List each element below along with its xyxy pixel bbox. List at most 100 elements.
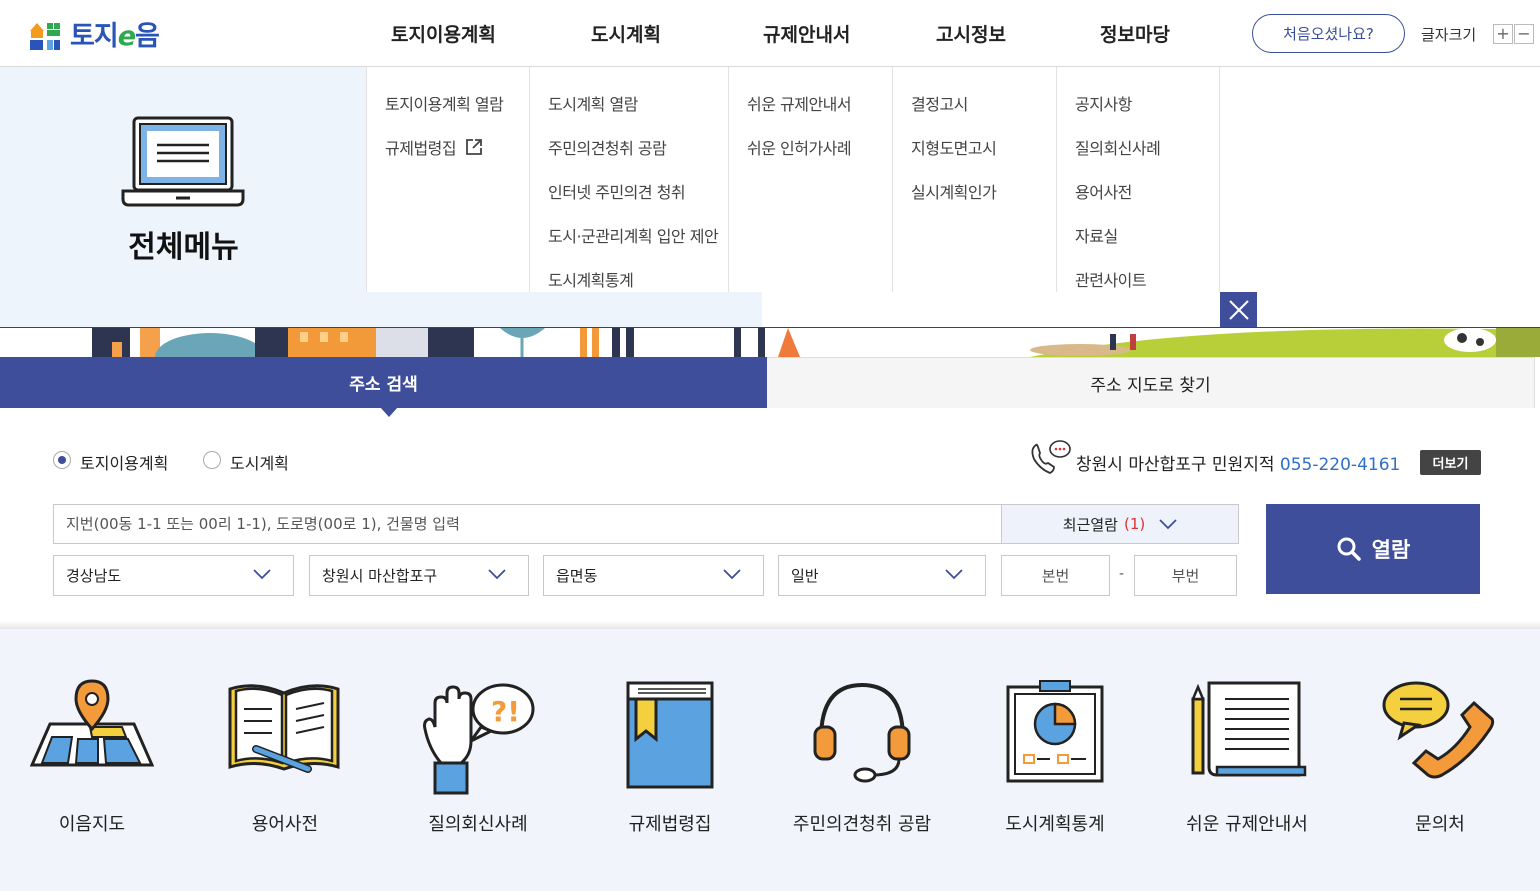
town-select-value: 읍면동 <box>556 567 598 585</box>
font-size-label: 글자크기 <box>1421 26 1477 44</box>
quick-item-contact[interactable]: 문의처 <box>1345 629 1535 859</box>
site-logo[interactable]: 토지e음 <box>28 14 160 53</box>
mega-column-land-use: 토지이용계획 열람 규제법령집 <box>366 67 530 292</box>
radio-land-use-label[interactable]: 토지이용계획 <box>80 450 168 474</box>
dictionary-icon <box>228 684 340 773</box>
quick-menu: 이음지도 용어사전 ?! 질의회신사례 규제법령집 주민의견청취 공람 도시계획… <box>0 629 1540 891</box>
close-menu-button[interactable] <box>1220 292 1257 328</box>
mega-column-notice: 결정고시 지형도면고시 실시계획인가 <box>892 67 1057 292</box>
sub-number-input[interactable]: 부번 <box>1134 555 1237 596</box>
all-menu-panel: 전체메뉴 토지이용계획 열람 규제법령집 도시계획 열람 주민의견청취 공람 인… <box>0 67 1540 292</box>
view-search-button[interactable]: 열람 <box>1266 504 1480 594</box>
tab-address-search[interactable]: 주소 검색 <box>0 357 767 408</box>
quick-item-qa[interactable]: ?! 질의회신사례 <box>383 629 573 859</box>
contact-office: 창원시 마산합포구 민원지적 <box>1076 455 1280 475</box>
first-visit-button[interactable]: 처음오셨나요? <box>1252 14 1405 53</box>
question-hand-icon: ?! <box>423 683 535 795</box>
font-decrease-button[interactable]: − <box>1514 24 1534 44</box>
quick-item-stats[interactable]: 도시계획통계 <box>960 629 1150 859</box>
external-link-icon <box>465 139 482 155</box>
mega-column-regulation: 쉬운 규제안내서 쉬운 인허가사례 <box>728 67 893 292</box>
headset-icon <box>813 682 911 783</box>
city-select[interactable]: 창원시 마산합포구 <box>309 555 529 596</box>
gnb-land-use-plan[interactable]: 토지이용계획 <box>391 20 496 47</box>
quick-item-qa-label: 질의회신사례 <box>428 814 528 835</box>
menu-glossary[interactable]: 용어사전 <box>1075 179 1132 203</box>
contact-info: 창원시 마산합포구 민원지적 055-220-4161 <box>1076 450 1400 475</box>
recent-views-label: 최근열람 <box>1062 515 1118 534</box>
main-number-input[interactable]: 본번 <box>1001 555 1110 596</box>
menu-resources[interactable]: 자료실 <box>1075 223 1118 247</box>
quick-item-law-label: 규제법령집 <box>628 814 712 835</box>
menu-online-opinion[interactable]: 인터넷 주민의견 청취 <box>548 179 686 203</box>
quick-item-glossary[interactable]: 용어사전 <box>190 629 380 859</box>
menu-implementation-approval[interactable]: 실시계획인가 <box>911 179 997 203</box>
mega-menu-divider <box>0 327 1540 328</box>
more-contacts-button[interactable]: 더보기 <box>1420 450 1481 475</box>
gnb-urban-plan[interactable]: 도시계획 <box>591 20 661 47</box>
menu-announcements[interactable]: 공지사항 <box>1075 91 1132 115</box>
all-menu-title: 전체메뉴 <box>128 230 239 265</box>
chevron-down-icon <box>253 569 271 580</box>
radio-land-use[interactable] <box>53 451 71 469</box>
lot-type-select-value: 일반 <box>791 567 819 585</box>
mega-menu-footer <box>0 292 762 328</box>
menu-urban-plan-view[interactable]: 도시계획 열람 <box>548 91 638 115</box>
recent-views-dropdown[interactable]: 최근열람 (1) <box>1001 504 1239 544</box>
quick-item-hearing-label: 주민의견청취 공람 <box>792 814 932 835</box>
gnb-info-plaza[interactable]: 정보마당 <box>1100 20 1170 47</box>
quick-item-glossary-label: 용어사전 <box>251 814 319 835</box>
menu-decision-notice[interactable]: 결정고시 <box>911 91 968 115</box>
town-select[interactable]: 읍면동 <box>543 555 764 596</box>
menu-qa-cases[interactable]: 질의회신사례 <box>1075 135 1161 159</box>
contact-phone[interactable]: 055-220-4161 <box>1280 455 1400 475</box>
tab-map-search[interactable]: 주소 지도로 찾기 <box>767 357 1535 408</box>
svg-text:?!: ?! <box>491 695 520 728</box>
menu-regulation-law[interactable]: 규제법령집 <box>385 135 483 159</box>
menu-public-hearing[interactable]: 주민의견청취 공람 <box>548 135 667 159</box>
menu-topo-notice[interactable]: 지형도면고시 <box>911 135 997 159</box>
radio-urban-plan-label[interactable]: 도시계획 <box>230 450 289 474</box>
quick-item-map[interactable]: 이음지도 <box>0 629 187 859</box>
font-increase-button[interactable]: + <box>1493 24 1513 44</box>
quick-item-stats-label: 도시계획통계 <box>1005 814 1105 835</box>
mega-column-urban-plan: 도시계획 열람 주민의견청취 공람 인터넷 주민의견 청취 도시·군관리계획 입… <box>529 67 729 292</box>
view-button-label: 열람 <box>1371 538 1411 562</box>
radio-urban-plan[interactable] <box>203 451 221 469</box>
gnb-notice-info[interactable]: 고시정보 <box>936 20 1006 47</box>
menu-related-sites[interactable]: 관련사이트 <box>1075 267 1147 291</box>
menu-urban-stats[interactable]: 도시계획통계 <box>548 267 634 291</box>
province-select-value: 경상남도 <box>66 567 122 585</box>
menu-easy-regulation[interactable]: 쉬운 규제안내서 <box>747 91 852 115</box>
quick-item-law[interactable]: 규제법령집 <box>575 629 765 859</box>
quick-item-hearing[interactable]: 주민의견청취 공람 <box>767 629 957 859</box>
lot-type-select[interactable]: 일반 <box>778 555 986 596</box>
document-pencil-icon <box>1191 681 1307 777</box>
province-select[interactable]: 경상남도 <box>53 555 294 596</box>
law-book-icon <box>626 681 714 789</box>
main-banner-illustration <box>0 328 1540 357</box>
search-icon <box>1337 537 1361 561</box>
chevron-down-icon <box>1159 519 1177 530</box>
banner-scene-icon <box>92 328 1540 357</box>
chevron-down-icon <box>723 569 741 580</box>
mega-column-info: 공지사항 질의회신사례 용어사전 자료실 관련사이트 <box>1056 67 1220 292</box>
map-pin-icon <box>30 679 154 767</box>
menu-plan-proposal[interactable]: 도시·군관리계획 입안 제안 <box>548 223 719 247</box>
address-search-input[interactable] <box>53 504 1002 544</box>
site-header: 토지e음 토지이용계획 도시계획 규제안내서 고시정보 정보마당 처음오셨나요?… <box>0 0 1540 67</box>
number-separator: - <box>1119 566 1125 582</box>
all-menu-intro: 전체메뉴 <box>0 67 367 292</box>
quick-menu-shadow <box>0 621 1540 629</box>
close-icon <box>1228 300 1249 320</box>
quick-item-guide[interactable]: 쉬운 규제안내서 <box>1152 629 1342 859</box>
menu-land-use-view[interactable]: 토지이용계획 열람 <box>385 91 504 115</box>
laptop-icon <box>121 116 245 207</box>
phone-chat-icon <box>1382 681 1495 779</box>
menu-regulation-law-label: 규제법령집 <box>385 139 457 158</box>
logo-mark-icon <box>30 22 60 50</box>
menu-easy-permit[interactable]: 쉬운 인허가사례 <box>747 135 852 159</box>
phone-call-icon <box>1031 440 1071 474</box>
gnb-regulation-guide[interactable]: 규제안내서 <box>763 20 850 47</box>
tab-active-indicator <box>380 407 398 417</box>
